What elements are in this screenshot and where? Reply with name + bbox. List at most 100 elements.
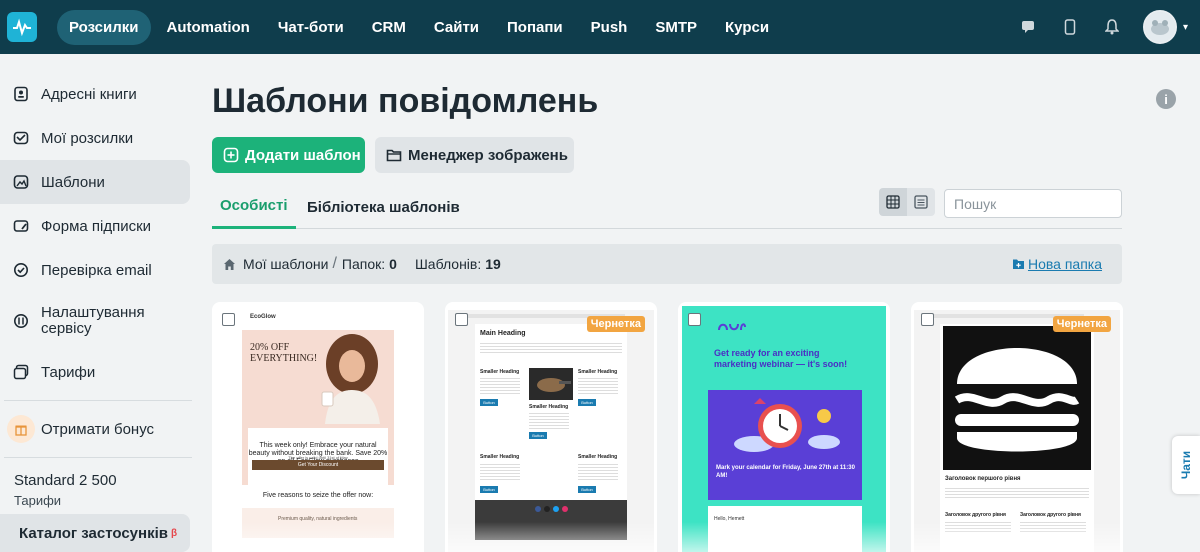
sidebar-divider	[4, 400, 192, 401]
add-template-button[interactable]: Додати шаблон	[212, 137, 365, 173]
tab-personal[interactable]: Особисті	[212, 185, 296, 229]
card-fade	[445, 522, 657, 552]
sidebar-item-service-settings[interactable]: Налаштування сервісу	[0, 292, 196, 350]
template-card[interactable]: Чернетка Main Heading Smaller Heading Bu…	[445, 302, 657, 552]
card-fade	[678, 522, 890, 552]
nav-item-sites[interactable]: Сайти	[422, 10, 491, 45]
plan-name: Standard 2 500	[14, 472, 117, 489]
preview-button: Button	[578, 399, 596, 406]
preview-button: Button	[480, 399, 498, 406]
card-fade	[911, 522, 1123, 552]
frying-pan-photo-icon	[529, 368, 573, 400]
beta-badge: β	[170, 527, 178, 539]
template-checkbox[interactable]	[921, 313, 934, 326]
template-checkbox[interactable]	[688, 313, 701, 326]
preview-button: Button	[480, 486, 498, 493]
template-checkbox[interactable]	[222, 313, 235, 326]
tab-template-library[interactable]: Бібліотека шаблонів	[307, 185, 460, 229]
webinar-calendar-text: Mark your calendar for Friday, June 27th…	[716, 465, 855, 479]
list-view-icon[interactable]	[907, 188, 935, 216]
template-preview[interactable]: EcoGlow 20% OFF EVERYTHING! This week on…	[242, 310, 394, 552]
logo-icon[interactable]	[7, 12, 37, 42]
draft-badge: Чернетка	[1052, 316, 1111, 332]
preview-subheading: Smaller Heading	[529, 404, 569, 410]
email-body: Main Heading Smaller Heading Button Smal…	[475, 324, 627, 514]
sidebar-item-my-campaigns[interactable]: Мої розсилки	[0, 116, 196, 160]
template-preview[interactable]: Заголовок першого рівня Заголовок другог…	[914, 310, 1120, 552]
app-catalog-button[interactable]: Каталог застосунків β	[0, 514, 190, 552]
text-lines	[945, 486, 1089, 498]
new-folder-link[interactable]: Нова папка	[1012, 256, 1102, 272]
chevron-down-icon[interactable]: ▾	[1183, 22, 1188, 33]
webinar-logo-icon	[718, 323, 746, 331]
nav-item-chatbots[interactable]: Чат-боти	[266, 10, 356, 45]
preview-brand: EcoGlow	[250, 314, 276, 320]
grid-view-icon[interactable]	[879, 188, 907, 216]
nav-item-automation[interactable]: Automation	[155, 10, 262, 45]
breadcrumb-root[interactable]: Мої шаблони	[243, 256, 328, 272]
tariffs-icon	[12, 363, 30, 381]
text-lines	[578, 376, 618, 396]
card-fade	[212, 522, 424, 552]
templates-icon	[12, 173, 30, 191]
sidebar-item-label: Налаштування сервісу	[41, 304, 145, 337]
nav-item-courses[interactable]: Курси	[713, 10, 781, 45]
page-title: Шаблони повідомлень	[212, 82, 599, 120]
preview-button: Button	[529, 432, 547, 439]
mobile-icon[interactable]	[1059, 16, 1081, 38]
preview-button: Button	[578, 486, 596, 493]
folder-icon	[386, 148, 402, 162]
sidebar-item-templates[interactable]: Шаблони	[0, 160, 190, 204]
preview-headline: 20% OFF EVERYTHING!	[250, 342, 318, 364]
chats-tab[interactable]: Чати	[1172, 436, 1200, 494]
sidebar-item-tariffs[interactable]: Тарифи	[0, 350, 196, 394]
template-card[interactable]: Чернетка Заголовок першого рівня Заголов…	[911, 302, 1123, 552]
bell-icon[interactable]	[1101, 16, 1123, 38]
settings-icon	[12, 312, 30, 330]
nav-item-smtp[interactable]: SMTP	[643, 10, 709, 45]
folders-label: Папок:	[341, 256, 386, 272]
sidebar-item-get-bonus[interactable]: Отримати бонус	[0, 407, 196, 451]
preview-subheading: Smaller Heading	[480, 454, 520, 460]
home-icon[interactable]	[223, 258, 236, 271]
preview-subheading: Заголовок другого рівня	[1020, 512, 1081, 518]
template-preview[interactable]: Get ready for an exciting marketing webi…	[682, 306, 886, 552]
template-preview[interactable]: Main Heading Smaller Heading Button Smal…	[448, 310, 654, 552]
text-lines	[529, 411, 569, 431]
webinar-headline: Get ready for an exciting marketing webi…	[714, 348, 848, 369]
template-card[interactable]: EcoGlow 20% OFF EVERYTHING! This week on…	[212, 302, 424, 552]
sidebar: Адресні книги Мої розсилки Шаблони Форма…	[0, 54, 198, 552]
sidebar-item-address-books[interactable]: Адресні книги	[0, 72, 196, 116]
sidebar-item-label: Мої розсилки	[41, 129, 134, 147]
bonus-label: Отримати бонус	[41, 420, 155, 438]
nav-item-popups[interactable]: Попапи	[495, 10, 575, 45]
preview-section-title: Five reasons to seize the offer now:	[262, 492, 374, 499]
sidebar-item-subscription-form[interactable]: Форма підписки	[0, 204, 196, 248]
preview-heading: Заголовок першого рівня	[945, 476, 1021, 482]
app-catalog-label: Каталог застосунків	[19, 524, 168, 542]
image-manager-button[interactable]: Менеджер зображень	[375, 137, 574, 173]
text-lines	[480, 341, 622, 355]
breadcrumb-separator: /	[332, 255, 337, 272]
chat-icon[interactable]	[1017, 16, 1039, 38]
new-folder-label: Нова папка	[1027, 256, 1102, 272]
nav-item-crm[interactable]: CRM	[360, 10, 418, 45]
sidebar-item-email-check[interactable]: Перевірка email	[0, 248, 196, 292]
sidebar-item-label: Перевірка email	[41, 261, 152, 279]
burger-illustration-icon	[943, 326, 1091, 470]
user-avatar[interactable]	[1142, 10, 1177, 44]
chats-tab-label: Чати	[1179, 450, 1194, 480]
sidebar-item-label: Тарифи	[41, 363, 96, 381]
preview-subheading: Smaller Heading	[480, 369, 520, 375]
search-input[interactable]	[944, 189, 1122, 218]
template-checkbox[interactable]	[455, 313, 468, 326]
nav-item-push[interactable]: Push	[579, 10, 640, 45]
nav-item-rozsylky[interactable]: Розсилки	[57, 9, 151, 45]
add-template-label: Додати шаблон	[245, 146, 361, 164]
info-icon[interactable]: i	[1156, 89, 1176, 109]
plan-tariffs-link[interactable]: Тарифи	[0, 493, 196, 508]
mailbox-icon	[12, 129, 30, 147]
text-lines	[480, 376, 520, 396]
sidebar-item-label: Форма підписки	[41, 217, 152, 235]
template-card[interactable]: Get ready for an exciting marketing webi…	[678, 302, 890, 552]
